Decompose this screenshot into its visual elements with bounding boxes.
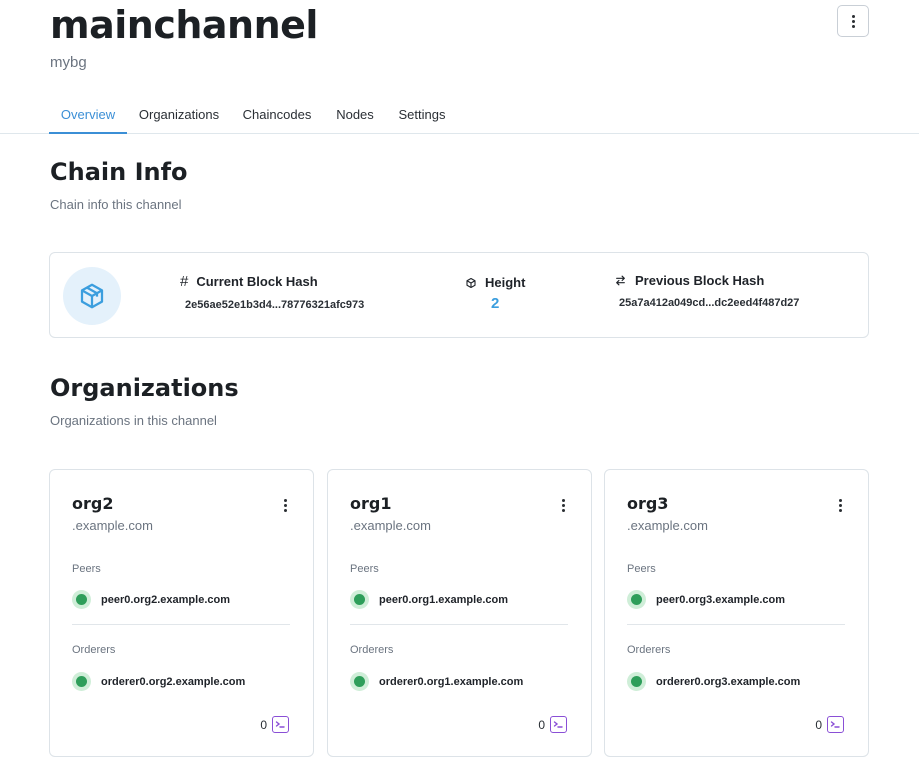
more-vertical-icon [851, 14, 855, 28]
cube-icon [63, 267, 121, 325]
divider [350, 624, 568, 625]
chaincode-count[interactable]: 0 [538, 716, 567, 733]
current-hash-label: Current Block Hash [196, 274, 318, 289]
tab-settings[interactable]: Settings [391, 98, 453, 134]
tab-bar: Overview Organizations Chaincodes Nodes … [0, 98, 919, 134]
peer-name: peer0.org1.example.com [379, 593, 509, 606]
org-domain: .example.com [627, 518, 708, 533]
block-height: Height 2 [465, 275, 525, 312]
terminal-icon [550, 716, 567, 733]
peer-name: peer0.org2.example.com [101, 593, 231, 606]
page-header: mainchannel mybg [50, 0, 318, 71]
tab-overview[interactable]: Overview [49, 98, 127, 134]
chaincode-count-value: 0 [815, 717, 822, 732]
org-name: org1 [350, 494, 392, 513]
chain-info-title: Chain Info [50, 158, 188, 186]
divider [627, 624, 845, 625]
box-icon [466, 277, 476, 288]
status-online-icon [72, 672, 91, 691]
peer-name: peer0.org3.example.com [656, 593, 786, 606]
current-block-hash: # Current Block Hash 2e56ae52e1b3d4...78… [180, 273, 364, 311]
current-hash-value: 2e56ae52e1b3d4...78776321afc973 [185, 299, 365, 311]
tab-chaincodes[interactable]: Chaincodes [236, 98, 318, 134]
status-online-icon [627, 672, 646, 691]
orderer-row[interactable]: orderer0.org3.example.com [627, 672, 800, 691]
peer-row[interactable]: peer0.org3.example.com [627, 590, 785, 609]
orderers-label: Orderers [350, 644, 394, 656]
more-vertical-icon[interactable] [562, 499, 565, 512]
height-label: Height [485, 275, 526, 290]
page-title: mainchannel [50, 3, 318, 47]
orderer-name: orderer0.org1.example.com [379, 675, 524, 688]
peers-label: Peers [627, 563, 656, 575]
height-value: 2 [491, 295, 500, 312]
peers-label: Peers [72, 563, 101, 575]
chaincode-count-value: 0 [538, 717, 545, 732]
status-online-icon [627, 590, 646, 609]
previous-hash-label: Previous Block Hash [635, 273, 765, 288]
peer-row[interactable]: peer0.org1.example.com [350, 590, 508, 609]
orderer-row[interactable]: orderer0.org2.example.com [72, 672, 245, 691]
chain-info-card: # Current Block Hash 2e56ae52e1b3d4...78… [49, 252, 869, 338]
org-card: org1 .example.com Peers peer0.org1.examp… [327, 469, 592, 757]
tab-organizations[interactable]: Organizations [131, 98, 227, 134]
orderer-name: orderer0.org3.example.com [656, 675, 801, 688]
organizations-title: Organizations [50, 374, 239, 402]
tab-nodes[interactable]: Nodes [328, 98, 382, 134]
hash-icon: # [180, 273, 189, 290]
org-card: org3 .example.com Peers peer0.org3.examp… [604, 469, 869, 757]
orderer-name: orderer0.org2.example.com [101, 675, 246, 688]
peer-row[interactable]: peer0.org2.example.com [72, 590, 230, 609]
more-vertical-icon[interactable] [839, 499, 842, 512]
terminal-icon [272, 716, 289, 733]
org-name: org2 [72, 494, 114, 513]
org-card: org2 .example.com Peers peer0.org2.examp… [49, 469, 314, 757]
org-domain: .example.com [350, 518, 431, 533]
orderers-label: Orderers [72, 644, 116, 656]
status-online-icon [350, 590, 369, 609]
channel-menu-button[interactable] [837, 5, 869, 37]
chaincode-count[interactable]: 0 [815, 716, 844, 733]
terminal-icon [827, 716, 844, 733]
previous-block-hash: Previous Block Hash 25a7a412a049cd...dc2… [614, 273, 799, 309]
divider [72, 624, 290, 625]
org-name: org3 [627, 494, 669, 513]
swap-icon [616, 275, 625, 286]
page-subtitle: mybg [50, 54, 87, 71]
orderer-row[interactable]: orderer0.org1.example.com [350, 672, 523, 691]
status-online-icon [350, 672, 369, 691]
chaincode-count-value: 0 [260, 717, 267, 732]
previous-hash-value: 25a7a412a049cd...dc2eed4f487d27 [619, 297, 800, 309]
org-domain: .example.com [72, 518, 153, 533]
chaincode-count[interactable]: 0 [260, 716, 289, 733]
peers-label: Peers [350, 563, 379, 575]
chain-info-subtitle: Chain info this channel [50, 197, 182, 212]
organizations-subtitle: Organizations in this channel [50, 413, 217, 428]
orderers-label: Orderers [627, 644, 671, 656]
status-online-icon [72, 590, 91, 609]
more-vertical-icon[interactable] [284, 499, 287, 512]
